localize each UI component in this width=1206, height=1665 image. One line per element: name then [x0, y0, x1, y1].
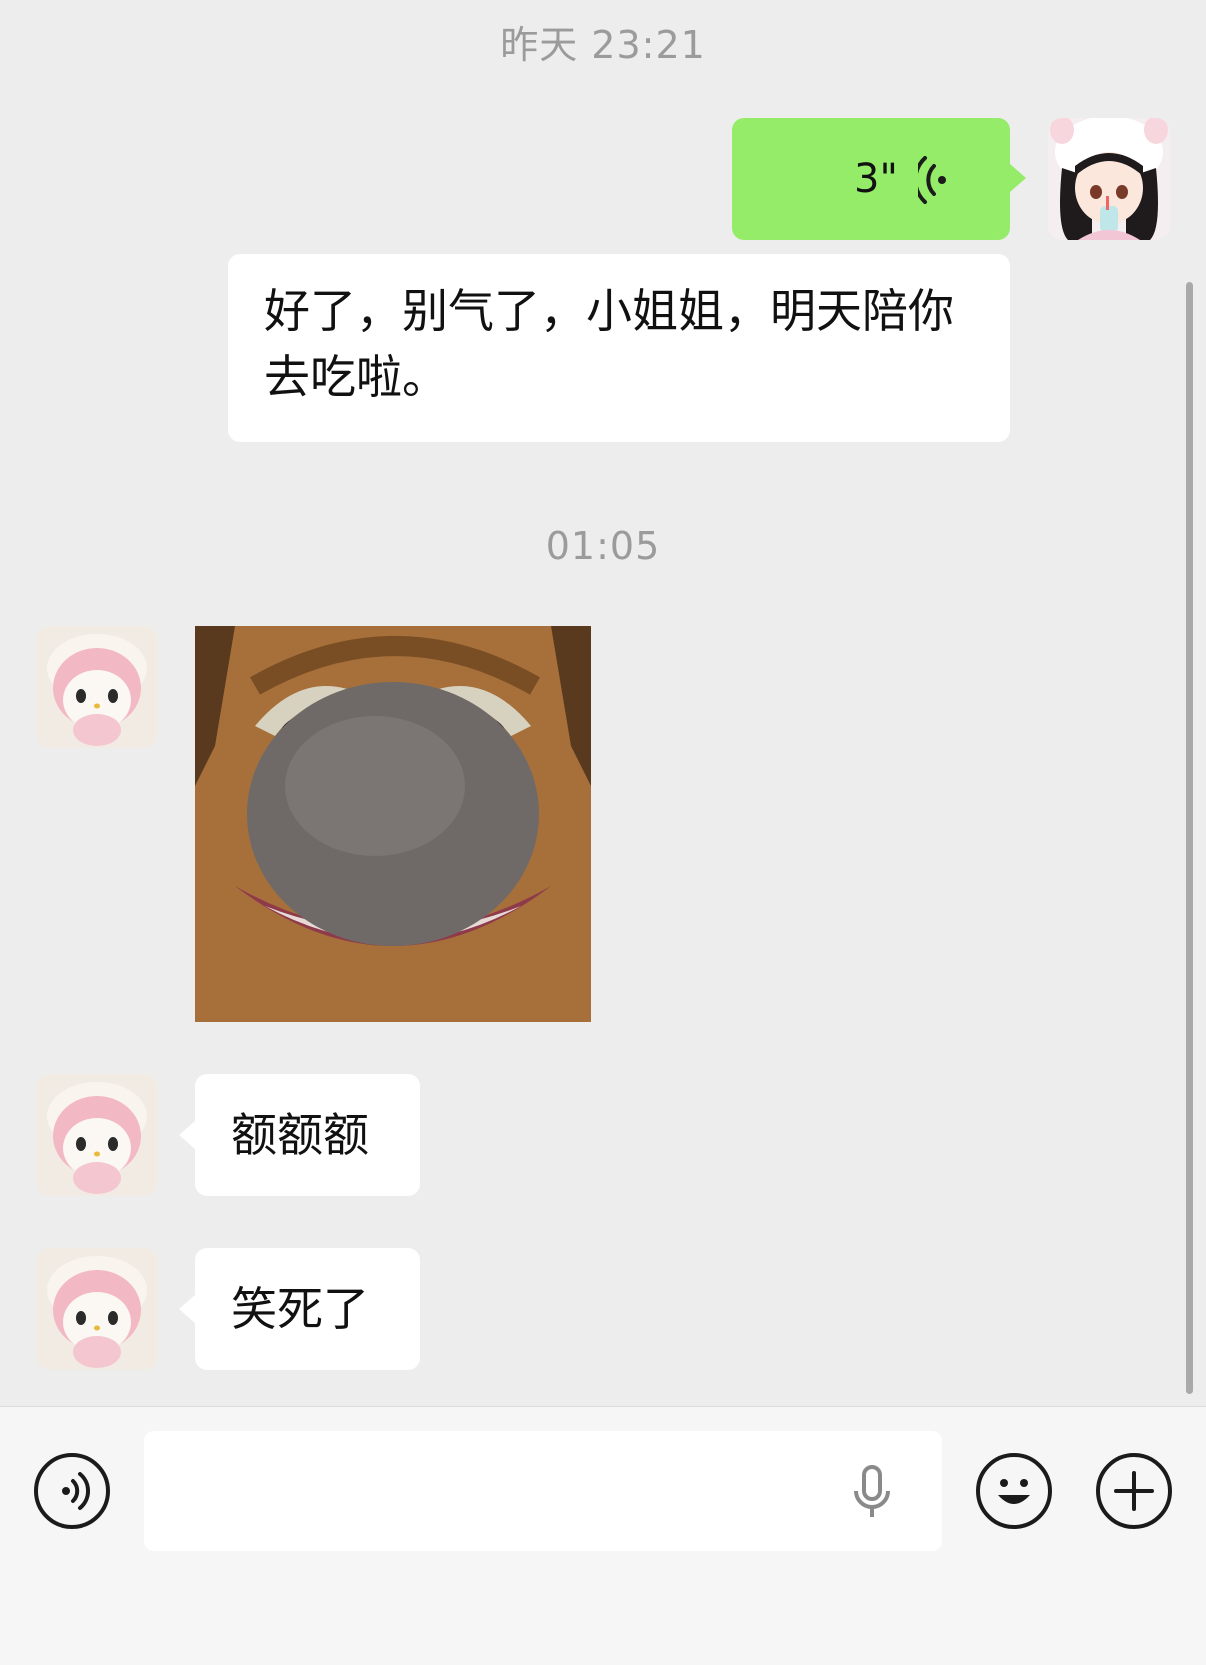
message-text: 好了，别气了，小姐姐，明天陪你去吃啦。: [264, 284, 954, 404]
voice-message-bubble[interactable]: 3": [732, 118, 1010, 240]
my-avatar[interactable]: [1048, 118, 1170, 240]
incoming-text-bubble[interactable]: 额额额: [195, 1074, 420, 1196]
contact-avatar[interactable]: [36, 1074, 158, 1196]
emoji-button[interactable]: [976, 1453, 1052, 1529]
bubble-tail: [1010, 164, 1026, 192]
outgoing-text-bubble[interactable]: 好了，别气了，小姐姐，明天陪你去吃啦。: [228, 254, 1010, 442]
timestamp: 昨天 23:21: [500, 23, 706, 67]
more-button[interactable]: [1096, 1453, 1172, 1529]
voice-mode-icon: [52, 1469, 96, 1517]
message-text: 笑死了: [231, 1282, 369, 1336]
input-bar: [0, 1406, 1206, 1665]
scrollbar[interactable]: [1186, 282, 1193, 1394]
message-text: 额额额: [231, 1108, 369, 1162]
incoming-text-bubble[interactable]: 笑死了: [195, 1248, 420, 1370]
contact-avatar[interactable]: [36, 626, 158, 748]
microphone-icon[interactable]: [850, 1465, 894, 1525]
contact-avatar[interactable]: [36, 1248, 158, 1370]
bubble-tail: [179, 1121, 195, 1149]
message-input[interactable]: [144, 1431, 942, 1551]
timestamp: 01:05: [545, 524, 661, 568]
plus-icon: [1100, 1457, 1168, 1529]
sticker-image[interactable]: [195, 626, 591, 1022]
voice-mode-button[interactable]: [34, 1453, 110, 1529]
voice-duration: 3": [854, 156, 898, 202]
emoji-icon: [980, 1457, 1048, 1529]
voice-wave-icon: [913, 154, 958, 223]
bubble-tail: [179, 1295, 195, 1323]
